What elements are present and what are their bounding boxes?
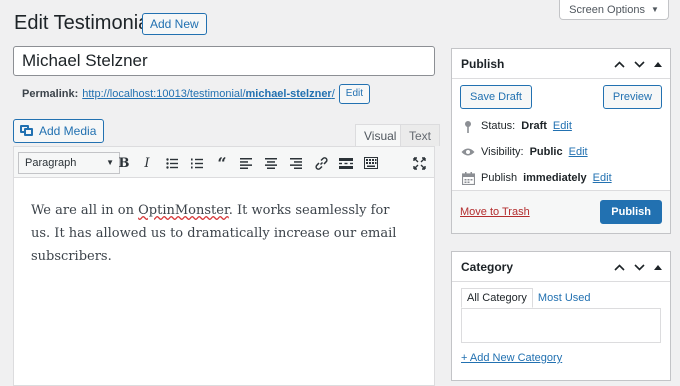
category-panel-header[interactable]: Category <box>452 252 670 282</box>
eye-icon <box>461 145 475 159</box>
add-new-category-link[interactable]: + Add New Category <box>461 352 562 364</box>
schedule-label: Publish <box>481 172 518 184</box>
category-panel-title: Category <box>461 259 514 274</box>
caret-down-icon: ▼ <box>650 5 659 14</box>
panel-controls <box>614 252 662 282</box>
page-title: Edit Testimonial <box>14 12 154 34</box>
status-row: Status: Draft Edit <box>461 119 572 133</box>
content-editor[interactable]: Paragraph ▼ B I “ We are all in on Optin… <box>13 146 435 386</box>
visibility-label: Visibility: <box>481 146 524 158</box>
screen-options-button[interactable]: Screen Options ▼ <box>559 0 669 20</box>
category-checklist[interactable] <box>461 308 661 343</box>
blockquote-icon[interactable]: “ <box>212 152 232 174</box>
visibility-value: Public <box>529 146 563 158</box>
permalink-trail: / <box>331 88 335 100</box>
permalink-label: Permalink: <box>22 88 79 100</box>
visibility-row: Visibility: Public Edit <box>461 145 588 159</box>
permalink-edit-button[interactable]: Edit <box>338 84 371 104</box>
tab-text[interactable]: Text <box>400 124 441 146</box>
read-more-icon[interactable] <box>336 152 356 174</box>
misspelled-word: OptinMonster <box>138 203 229 218</box>
chevron-up-icon[interactable] <box>614 60 625 68</box>
publish-actions: Move to Trash Publish <box>452 190 670 233</box>
media-icon <box>20 125 34 137</box>
chevron-down-icon[interactable] <box>634 263 645 271</box>
permalink-row: Permalink: http://localhost:10013/testim… <box>22 84 371 104</box>
status-value: Draft <box>521 120 547 132</box>
publish-button[interactable]: Publish <box>600 200 662 224</box>
tab-visual[interactable]: Visual <box>355 124 406 146</box>
toolbar-toggle-icon[interactable] <box>361 152 381 174</box>
align-left-icon[interactable] <box>236 152 256 174</box>
format-select-value: Paragraph <box>25 157 77 169</box>
panel-controls <box>614 49 662 79</box>
permalink-base: http://localhost:10013/testimonial/ <box>82 88 246 100</box>
status-label: Status: <box>481 120 516 132</box>
format-select[interactable]: Paragraph ▼ <box>18 152 120 174</box>
permalink-link[interactable]: http://localhost:10013/testimonial/micha… <box>82 88 335 100</box>
publish-panel-header[interactable]: Publish <box>452 49 670 79</box>
chevron-down-icon: ▼ <box>106 158 114 167</box>
category-panel: Category All Category Most Used + Add Ne… <box>451 251 671 381</box>
publish-panel-title: Publish <box>461 56 505 71</box>
tab-all-category[interactable]: All Category <box>461 288 533 308</box>
category-tabs: All Category Most Used <box>461 288 596 308</box>
collapse-toggle-icon[interactable] <box>654 61 662 67</box>
editor-content[interactable]: We are all in on OptinMonster. It works … <box>31 199 412 268</box>
pin-icon <box>461 119 475 133</box>
add-new-button[interactable]: Add New <box>142 13 207 35</box>
visibility-edit-link[interactable]: Edit <box>569 146 588 158</box>
title-input[interactable]: Michael Stelzner <box>13 46 435 76</box>
permalink-slug: michael-stelzner <box>245 88 332 100</box>
status-edit-link[interactable]: Edit <box>553 120 572 132</box>
tab-most-used[interactable]: Most Used <box>533 288 596 308</box>
preview-button[interactable]: Preview <box>602 85 662 109</box>
bullet-list-icon[interactable] <box>162 152 182 174</box>
chevron-down-icon[interactable] <box>634 60 645 68</box>
align-right-icon[interactable] <box>286 152 306 174</box>
editor-toolbar: Paragraph ▼ B I “ <box>14 147 434 178</box>
publish-panel: Publish Save Draft Preview Status: Draft… <box>451 48 671 234</box>
calendar-icon <box>461 171 475 185</box>
add-media-label: Add Media <box>39 124 97 138</box>
chevron-up-icon[interactable] <box>614 263 625 271</box>
bold-icon[interactable]: B <box>114 152 134 174</box>
numbered-list-icon[interactable] <box>187 152 207 174</box>
add-media-button[interactable]: Add Media <box>13 119 105 143</box>
screen-options-label: Screen Options <box>569 3 645 16</box>
move-to-trash-link[interactable]: Move to Trash <box>460 206 530 218</box>
italic-icon[interactable]: I <box>137 152 157 174</box>
schedule-edit-link[interactable]: Edit <box>593 172 612 184</box>
fullscreen-icon[interactable] <box>409 152 429 174</box>
schedule-row: Publish immediately Edit <box>461 171 612 185</box>
link-icon[interactable] <box>311 152 331 174</box>
align-center-icon[interactable] <box>261 152 281 174</box>
content-text-start: We are all in on <box>31 203 139 218</box>
schedule-value: immediately <box>523 172 587 184</box>
collapse-toggle-icon[interactable] <box>654 264 662 270</box>
save-draft-button[interactable]: Save Draft <box>460 85 532 109</box>
